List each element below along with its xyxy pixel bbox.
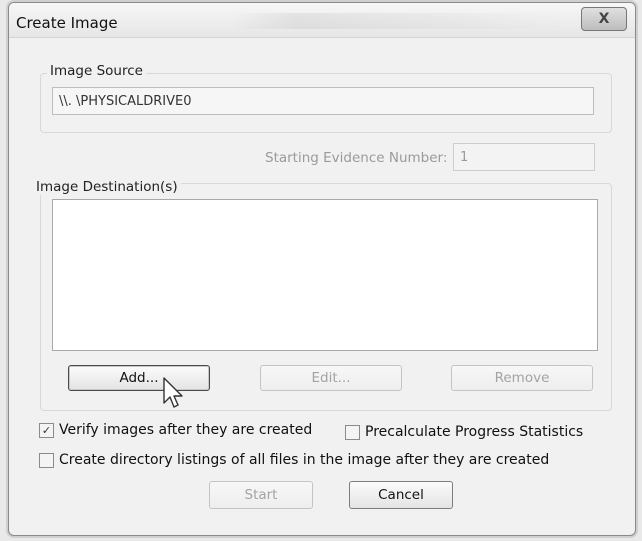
edit-button-label: Edit...	[311, 370, 351, 386]
verify-images-checkbox[interactable]: ✓	[39, 422, 54, 438]
image-source-label: Image Source	[47, 63, 146, 79]
title-bar: Create Image X	[9, 3, 635, 38]
image-source-path-value: \\. \PHYSICALDRIVE0	[59, 93, 192, 109]
remove-button[interactable]: Remove	[451, 365, 593, 391]
starting-evidence-value: 1	[460, 149, 469, 165]
image-destination-list[interactable]	[52, 199, 598, 351]
precalculate-option[interactable]: Precalculate Progress Statistics	[345, 424, 583, 440]
window-title: Create Image	[16, 14, 118, 32]
starting-evidence-label: Starting Evidence Number:	[265, 150, 448, 166]
directory-listings-label: Create directory listings of all files i…	[59, 452, 550, 468]
precalculate-checkbox[interactable]	[345, 424, 360, 440]
add-button[interactable]: Add...	[68, 365, 210, 391]
remove-button-label: Remove	[494, 370, 550, 386]
add-button-label: Add...	[119, 370, 159, 386]
checkmark-icon: ✓	[41, 423, 52, 437]
create-image-dialog: Create Image X Image Source \\. \PHYSICA…	[8, 2, 636, 536]
arrow-pointer-icon	[163, 377, 183, 408]
verify-images-label: Verify images after they are created	[59, 422, 313, 438]
cancel-button[interactable]: Cancel	[349, 481, 453, 509]
close-icon: X	[598, 11, 610, 27]
verify-images-option[interactable]: ✓ Verify images after they are created	[39, 422, 312, 438]
image-destination-label: Image Destination(s)	[33, 179, 181, 195]
edit-button[interactable]: Edit...	[260, 365, 402, 391]
cancel-button-label: Cancel	[378, 487, 424, 503]
image-source-path-field[interactable]: \\. \PHYSICALDRIVE0	[52, 87, 594, 115]
precalculate-label: Precalculate Progress Statistics	[365, 424, 584, 440]
start-button[interactable]: Start	[209, 481, 313, 509]
starting-evidence-field[interactable]: 1	[453, 143, 595, 171]
close-button[interactable]: X	[581, 7, 627, 31]
start-button-label: Start	[244, 487, 278, 503]
directory-listings-checkbox[interactable]	[39, 452, 54, 468]
directory-listings-option[interactable]: Create directory listings of all files i…	[39, 452, 549, 468]
title-bar-background	[229, 13, 569, 29]
